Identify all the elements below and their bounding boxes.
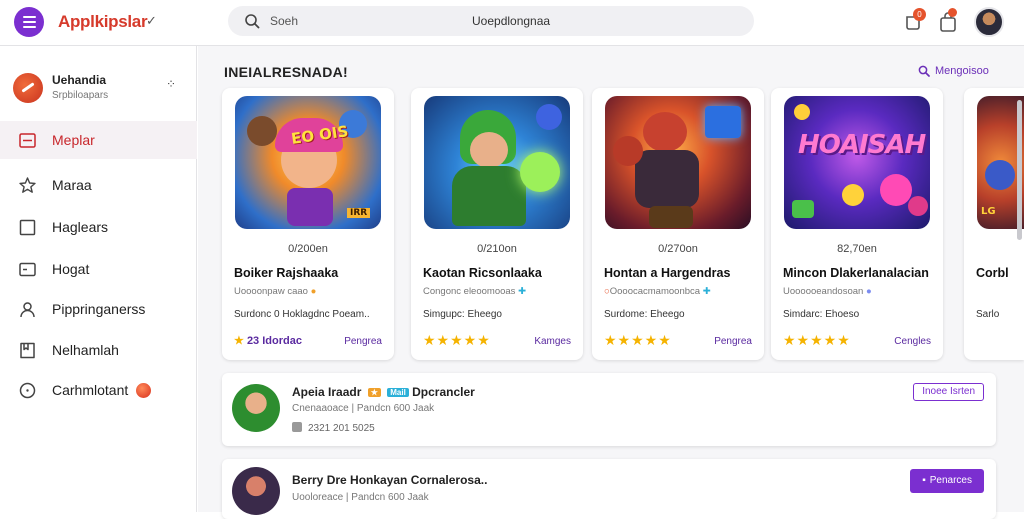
search-input[interactable]: Soeh bbox=[270, 14, 298, 28]
row-meta: 2321 201 5025 bbox=[292, 422, 375, 434]
app-developer: Surdonc 0 Hoklagdnc Poeam.. bbox=[234, 309, 370, 320]
app-artwork: HOAISAH bbox=[784, 96, 930, 229]
app-developer: Simgupc: Eheego bbox=[423, 309, 502, 320]
app-category: Congonc eleoomooas ✚ bbox=[423, 286, 527, 297]
app-size: 0/200en bbox=[288, 243, 328, 255]
account-name: Uehandia bbox=[52, 73, 107, 87]
row-subtitle: Cnenaaoace | Pandcn 600 Jaak bbox=[292, 403, 435, 414]
alert-badge bbox=[136, 382, 151, 398]
app-card[interactable]: LG Corbl Sarlo bbox=[964, 88, 1024, 360]
scrollbar[interactable] bbox=[1017, 100, 1022, 240]
sidebar-item-label: Meplar bbox=[52, 132, 95, 148]
search-icon bbox=[245, 14, 260, 29]
app-rating: ★ 23 Idordac bbox=[234, 335, 302, 347]
see-more-link[interactable]: Mengoisoo bbox=[918, 65, 989, 77]
get-button[interactable]: ▪ Penarces bbox=[910, 469, 984, 493]
search-bar[interactable]: Soeh Uoepdlongnaa bbox=[228, 6, 754, 36]
app-artwork: EO OIS IRR bbox=[235, 96, 381, 229]
app-tag[interactable]: Cengles bbox=[894, 336, 931, 347]
app-card[interactable]: EO OIS IRR 0/200en Boiker Rajshaaka Uooo… bbox=[222, 88, 394, 360]
app-category: ○Oooocacmamoonbca ✚ bbox=[604, 286, 711, 297]
account-logo bbox=[13, 73, 43, 103]
app-size: 82,70en bbox=[837, 243, 877, 255]
sidebar-item-card[interactable]: Hogat bbox=[0, 250, 197, 288]
app-category: Uoooooeandosoan ● bbox=[783, 286, 872, 297]
app-title: Kaotan Ricsonlaaka bbox=[423, 266, 542, 280]
sidebar-item-star[interactable]: Maraa bbox=[0, 166, 197, 204]
star-rating: ★★★★★ bbox=[783, 332, 851, 348]
sidebar-item-label: Nelhamlah bbox=[52, 342, 119, 358]
notification-badge: 0 bbox=[913, 8, 926, 21]
sidebar-item-label: Hogat bbox=[52, 261, 90, 277]
expand-icon[interactable]: ⁘ bbox=[166, 77, 176, 91]
app-tag[interactable]: Pengrea bbox=[344, 336, 382, 347]
card-icon bbox=[19, 262, 36, 276]
app-size: 0/270on bbox=[658, 243, 698, 255]
chevron-down-icon[interactable]: ✓ bbox=[146, 13, 157, 29]
star-rating: ★★★★★ bbox=[423, 332, 491, 348]
app-developer: Sarlo bbox=[976, 309, 1000, 320]
row-title: Berry Dre Honkayan Cornalerosa.. bbox=[292, 473, 488, 487]
sidebar-item-square[interactable]: Haglears bbox=[0, 208, 197, 246]
section-title: INEIALRESNADA! bbox=[224, 64, 348, 80]
info-icon bbox=[19, 382, 36, 398]
sidebar-item-info[interactable]: Carhmlotant bbox=[0, 371, 197, 409]
app-title: Corbl bbox=[976, 266, 1009, 280]
sidebar-item-store[interactable]: Meplar bbox=[0, 121, 197, 159]
app-icon bbox=[232, 384, 280, 432]
app-icon bbox=[232, 467, 280, 515]
bookmark-icon bbox=[20, 342, 35, 358]
sidebar-item-label: Carhmlotant bbox=[52, 382, 129, 398]
app-card[interactable]: 0/210on Kaotan Ricsonlaaka Congonc eleoo… bbox=[411, 88, 583, 360]
bag-badge bbox=[948, 8, 957, 17]
main-content: INEIALRESNADA! Mengoisoo EO OIS IRR 0/20… bbox=[198, 46, 1024, 519]
list-item[interactable]: Berry Dre Honkayan Cornalerosa.. Uoolore… bbox=[222, 459, 996, 519]
app-title: Boiker Rajshaaka bbox=[234, 266, 339, 280]
account-subtitle: Srpbiloapars bbox=[52, 90, 109, 101]
app-size: 0/210on bbox=[477, 243, 517, 255]
app-title: Applkipslar bbox=[58, 12, 148, 31]
install-button[interactable]: Inoee Isrten bbox=[913, 383, 984, 401]
sidebar-item-label: Pippringanerss bbox=[52, 301, 146, 317]
avatar[interactable] bbox=[974, 7, 1004, 37]
row-subtitle: Uooloreace | Pandcn 600 Jaak bbox=[292, 492, 429, 503]
app-title: Hontan a Hargendras bbox=[604, 266, 731, 280]
app-artwork bbox=[605, 96, 751, 229]
sidebar: Uehandia Srpbiloapars ⁘ Meplar Maraa Hag… bbox=[0, 46, 197, 512]
app-artwork bbox=[424, 96, 570, 229]
top-bar: Applkipslar ✓ Soeh Uoepdlongnaa 0 bbox=[0, 0, 1024, 46]
sidebar-item-user[interactable]: Pippringanerss bbox=[0, 290, 197, 328]
app-developer: Simdarc: Ehoeso bbox=[783, 309, 860, 320]
sidebar-item-label: Haglears bbox=[52, 219, 109, 235]
search-icon bbox=[918, 65, 930, 77]
user-icon bbox=[20, 301, 35, 317]
app-category: Uoooonpaw caao ● bbox=[234, 286, 317, 297]
star-rating: ★★★★★ bbox=[604, 332, 672, 348]
star-icon bbox=[19, 176, 36, 193]
app-tag[interactable]: Kamges bbox=[534, 336, 571, 347]
app-developer: Surdome: Eheego bbox=[604, 309, 685, 320]
app-tag[interactable]: Pengrea bbox=[714, 336, 752, 347]
search-suggestion: Uoepdlongnaa bbox=[472, 14, 551, 28]
menu-icon[interactable] bbox=[14, 7, 44, 37]
sidebar-item-label: Maraa bbox=[52, 177, 92, 193]
app-card[interactable]: 0/270on Hontan a Hargendras ○Oooocacmamo… bbox=[592, 88, 764, 360]
store-icon bbox=[19, 132, 36, 148]
sidebar-item-bookmark[interactable]: Nelhamlah bbox=[0, 331, 197, 369]
list-item[interactable]: Apeia Iraadr ★ Mail Dpcrancler Cnenaaoac… bbox=[222, 373, 996, 446]
square-icon bbox=[19, 219, 36, 235]
app-title: Mincon Dlakerlanalacian bbox=[783, 266, 929, 280]
row-title: Apeia Iraadr ★ Mail Dpcrancler bbox=[292, 385, 475, 399]
app-card[interactable]: HOAISAH 82,70en Mincon Dlakerlanalacian … bbox=[771, 88, 943, 360]
